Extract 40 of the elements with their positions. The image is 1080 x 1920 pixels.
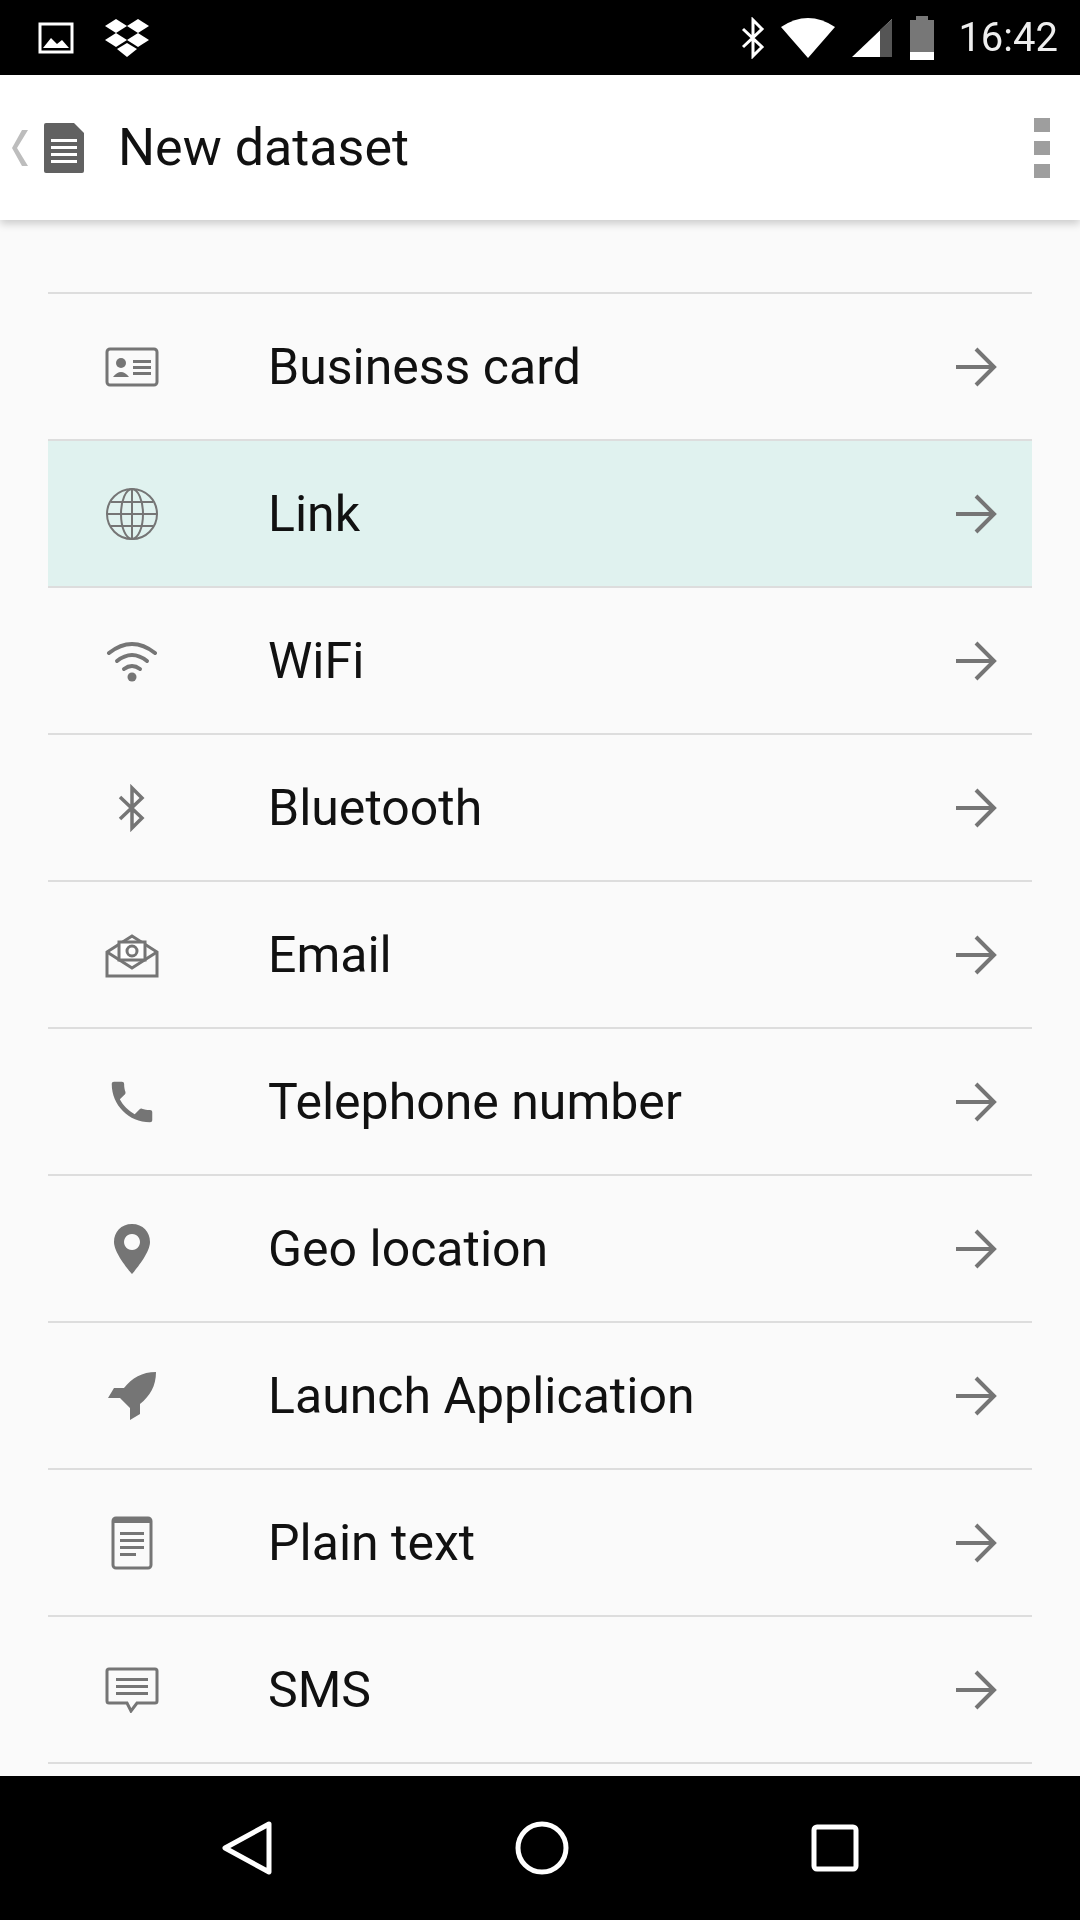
rocket-icon bbox=[106, 1369, 158, 1422]
cell-signal-icon bbox=[850, 16, 895, 59]
overflow-menu-icon[interactable] bbox=[1034, 117, 1050, 178]
arrow-right-icon bbox=[954, 1522, 998, 1563]
bluetooth-icon bbox=[117, 782, 147, 833]
globe-icon bbox=[105, 486, 159, 541]
recents-icon[interactable] bbox=[811, 1824, 859, 1872]
document-icon bbox=[42, 120, 86, 175]
bluetooth-icon bbox=[740, 16, 767, 59]
document-icon bbox=[111, 1515, 153, 1570]
list-item[interactable]: Bluetooth bbox=[48, 735, 1032, 882]
arrow-right-icon bbox=[954, 1081, 998, 1122]
clock-time: 16:42 bbox=[958, 14, 1058, 61]
list-item[interactable]: Launch Application bbox=[48, 1323, 1032, 1470]
arrow-right-icon bbox=[954, 346, 998, 387]
list-item[interactable]: Link bbox=[48, 441, 1032, 588]
arrow-right-icon bbox=[954, 1228, 998, 1269]
wifi-signal-icon bbox=[780, 16, 837, 59]
back-icon[interactable] bbox=[221, 1820, 273, 1876]
arrow-right-icon bbox=[954, 934, 998, 975]
picture-icon bbox=[38, 21, 74, 54]
arrow-right-icon bbox=[954, 787, 998, 828]
screen-title: New dataset bbox=[118, 117, 410, 178]
battery-icon bbox=[908, 15, 937, 60]
list-item[interactable]: WiFi bbox=[48, 588, 1032, 735]
list-item[interactable]: Plain text bbox=[48, 1470, 1032, 1617]
arrow-right-icon bbox=[954, 493, 998, 534]
contact-card-icon bbox=[105, 346, 159, 387]
home-icon[interactable] bbox=[515, 1821, 569, 1875]
list-item[interactable]: Email bbox=[48, 882, 1032, 1029]
list-item[interactable]: SMS bbox=[48, 1617, 1032, 1764]
arrow-right-icon bbox=[954, 1669, 998, 1710]
arrow-right-icon bbox=[954, 640, 998, 681]
wifi-icon bbox=[106, 639, 158, 682]
list-item[interactable]: Geo location bbox=[48, 1176, 1032, 1323]
dropbox-icon bbox=[104, 16, 150, 59]
arrow-right-icon bbox=[954, 1375, 998, 1416]
message-icon bbox=[105, 1666, 159, 1713]
location-pin-icon bbox=[112, 1221, 152, 1276]
list-item[interactable]: Telephone number bbox=[48, 1029, 1032, 1176]
